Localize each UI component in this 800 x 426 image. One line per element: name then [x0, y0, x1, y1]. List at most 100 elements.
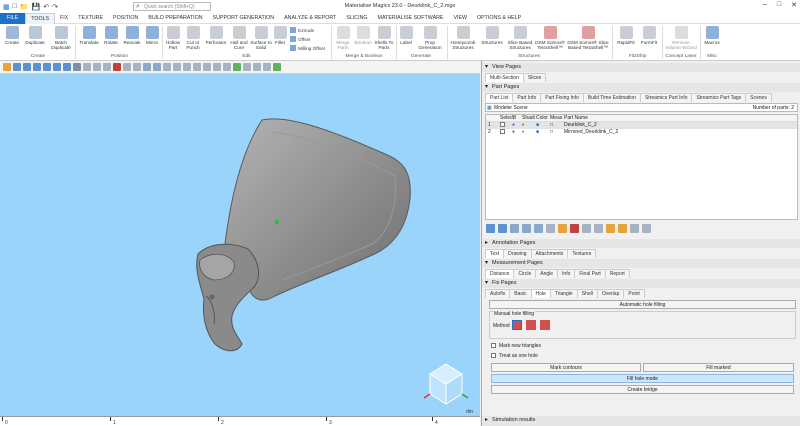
- structures-button[interactable]: Structures: [479, 26, 505, 45]
- part-tool-icon[interactable]: [594, 224, 603, 233]
- part-tool-icon[interactable]: [570, 224, 579, 233]
- measure-icon[interactable]: □: [550, 129, 564, 136]
- tab-angle[interactable]: Angle: [535, 269, 559, 278]
- tab-streamics-tags[interactable]: Streamics Part Tags: [691, 93, 747, 102]
- view-top-icon[interactable]: [53, 63, 61, 71]
- view-bottom-icon[interactable]: [63, 63, 71, 71]
- create-button[interactable]: Create: [3, 26, 21, 45]
- unmark-icon[interactable]: [223, 63, 231, 71]
- tab-textures[interactable]: Textures: [567, 249, 597, 258]
- part-tool-icon[interactable]: [486, 224, 495, 233]
- tab-text[interactable]: Text: [485, 249, 505, 258]
- menu-tools[interactable]: TOOLS: [25, 12, 56, 24]
- tab-final-part[interactable]: Final Part: [574, 269, 606, 278]
- select-checkbox[interactable]: [500, 122, 512, 129]
- section-icon[interactable]: [143, 63, 151, 71]
- maximize-icon[interactable]: □: [777, 1, 781, 9]
- menu-file[interactable]: FILE: [0, 12, 26, 24]
- tab-basic[interactable]: Basic: [509, 289, 532, 298]
- measure-icon[interactable]: [233, 63, 241, 71]
- part-tool-icon[interactable]: [558, 224, 567, 233]
- fill-normal-icon[interactable]: [512, 320, 522, 330]
- close-icon[interactable]: ✕: [791, 1, 797, 9]
- dsm-tetrashell-button[interactable]: DSM Somos® TetraShell™: [535, 26, 565, 50]
- color-swatch[interactable]: ■: [536, 122, 550, 129]
- tab-part-list[interactable]: Part List: [485, 93, 514, 102]
- tab-drawing[interactable]: Drawing: [503, 249, 532, 258]
- cut-punch-button[interactable]: Cut or Punch: [183, 26, 203, 50]
- undo-icon[interactable]: ↶: [43, 3, 49, 11]
- color-swatch[interactable]: ■: [536, 129, 550, 136]
- prop-generation-button[interactable]: Prop Generation: [416, 26, 444, 50]
- part-tool-icon[interactable]: [534, 224, 543, 233]
- menu-support-generation[interactable]: SUPPORT GENERATION: [208, 13, 280, 24]
- rapidfit-button[interactable]: RapidFit: [615, 26, 637, 45]
- tab-point[interactable]: Point: [623, 289, 645, 298]
- slice-structures-button[interactable]: Slice Based Structures: [506, 26, 534, 50]
- extrude-button[interactable]: Extrude: [290, 27, 314, 33]
- shells-to-parts-button[interactable]: Shells To Parts: [374, 26, 394, 50]
- visible-icon[interactable]: ●: [512, 122, 522, 129]
- redo-icon[interactable]: ↷: [52, 3, 58, 11]
- part-tool-icon[interactable]: [510, 224, 519, 233]
- part-tool-icon[interactable]: [618, 224, 627, 233]
- mirror-button[interactable]: Mirror: [143, 26, 161, 45]
- zoom-icon[interactable]: [3, 63, 11, 71]
- translate-button[interactable]: Translate: [78, 26, 100, 45]
- tab-part-fixing-info[interactable]: Part Fixing Info: [540, 93, 584, 102]
- honeycomb-button[interactable]: Honeycomb Structures: [449, 26, 477, 50]
- part-tool-icon[interactable]: [522, 224, 531, 233]
- menu-materialise-software[interactable]: MATERIALISE SOFTWARE: [373, 13, 449, 24]
- mark-plane-icon[interactable]: [193, 63, 201, 71]
- menu-position[interactable]: POSITION: [108, 13, 143, 24]
- part-tool-icon[interactable]: [546, 224, 555, 233]
- platform-icon[interactable]: [153, 63, 161, 71]
- tab-streamics-info[interactable]: Streamics Part Info: [639, 93, 693, 102]
- part-tool-icon[interactable]: [630, 224, 639, 233]
- orientation-cube[interactable]: [423, 363, 469, 405]
- mark-surface-icon[interactable]: [203, 63, 211, 71]
- rotate-button[interactable]: Rotate: [101, 26, 121, 45]
- simulation-results-header[interactable]: Simulation results: [482, 416, 800, 426]
- part-tool-icon[interactable]: [498, 224, 507, 233]
- treat-one-hole-checkbox[interactable]: Treat as one hole: [491, 353, 538, 359]
- view-right-icon[interactable]: [43, 63, 51, 71]
- view-back-icon[interactable]: [23, 63, 31, 71]
- view-iso-icon[interactable]: [73, 63, 81, 71]
- shading-icon[interactable]: ◐: [522, 129, 536, 136]
- 3d-viewport[interactable]: [0, 74, 480, 416]
- fix-wizard-icon[interactable]: [273, 63, 281, 71]
- hollow-part-button[interactable]: Hollow Part: [164, 26, 182, 50]
- measurement-pages-header[interactable]: Measurement Pages: [482, 259, 800, 268]
- pan-icon[interactable]: [163, 63, 171, 71]
- shaded-icon[interactable]: [103, 63, 111, 71]
- menu-texture[interactable]: TEXTURE: [73, 13, 108, 24]
- tab-autofix[interactable]: Autofix: [485, 289, 511, 298]
- tab-overlap[interactable]: Overlap: [596, 289, 625, 298]
- select-checkbox[interactable]: [500, 129, 512, 136]
- tab-distance[interactable]: Distance: [485, 269, 515, 278]
- select-window-icon[interactable]: [133, 63, 141, 71]
- view-pages-header[interactable]: View Pages: [482, 63, 800, 72]
- annotation-pages-header[interactable]: Annotation Pages: [482, 239, 800, 248]
- new-icon[interactable]: □: [13, 3, 17, 10]
- view-front-icon[interactable]: [13, 63, 21, 71]
- quick-search-input[interactable]: Quick search (Shift+Q): [133, 2, 211, 11]
- menu-build-preparation[interactable]: BUILD PREPARATION: [143, 13, 207, 24]
- table-row[interactable]: 1 ● ◐ ■ □ Deurklink_C_2: [486, 122, 797, 129]
- wireframe-icon[interactable]: [93, 63, 101, 71]
- tab-hole[interactable]: Hole: [530, 289, 551, 298]
- tab-part-info[interactable]: Part Info: [512, 93, 542, 102]
- menu-analyze-report[interactable]: ANALYZE & REPORT: [279, 13, 341, 24]
- rescale-button[interactable]: Rescale: [122, 26, 142, 45]
- select-icon[interactable]: [123, 63, 131, 71]
- surface-solid-button[interactable]: Surface to Solid: [250, 26, 272, 50]
- render-icon[interactable]: [83, 63, 91, 71]
- menu-fix[interactable]: FIX: [55, 13, 73, 24]
- minimize-icon[interactable]: –: [763, 1, 767, 9]
- shading-icon[interactable]: ◐: [522, 122, 536, 129]
- tab-attachments[interactable]: Attachments: [530, 249, 569, 258]
- fillet-button[interactable]: Fillet: [273, 26, 287, 45]
- menu-view[interactable]: VIEW: [448, 13, 472, 24]
- part-tool-icon[interactable]: [606, 224, 615, 233]
